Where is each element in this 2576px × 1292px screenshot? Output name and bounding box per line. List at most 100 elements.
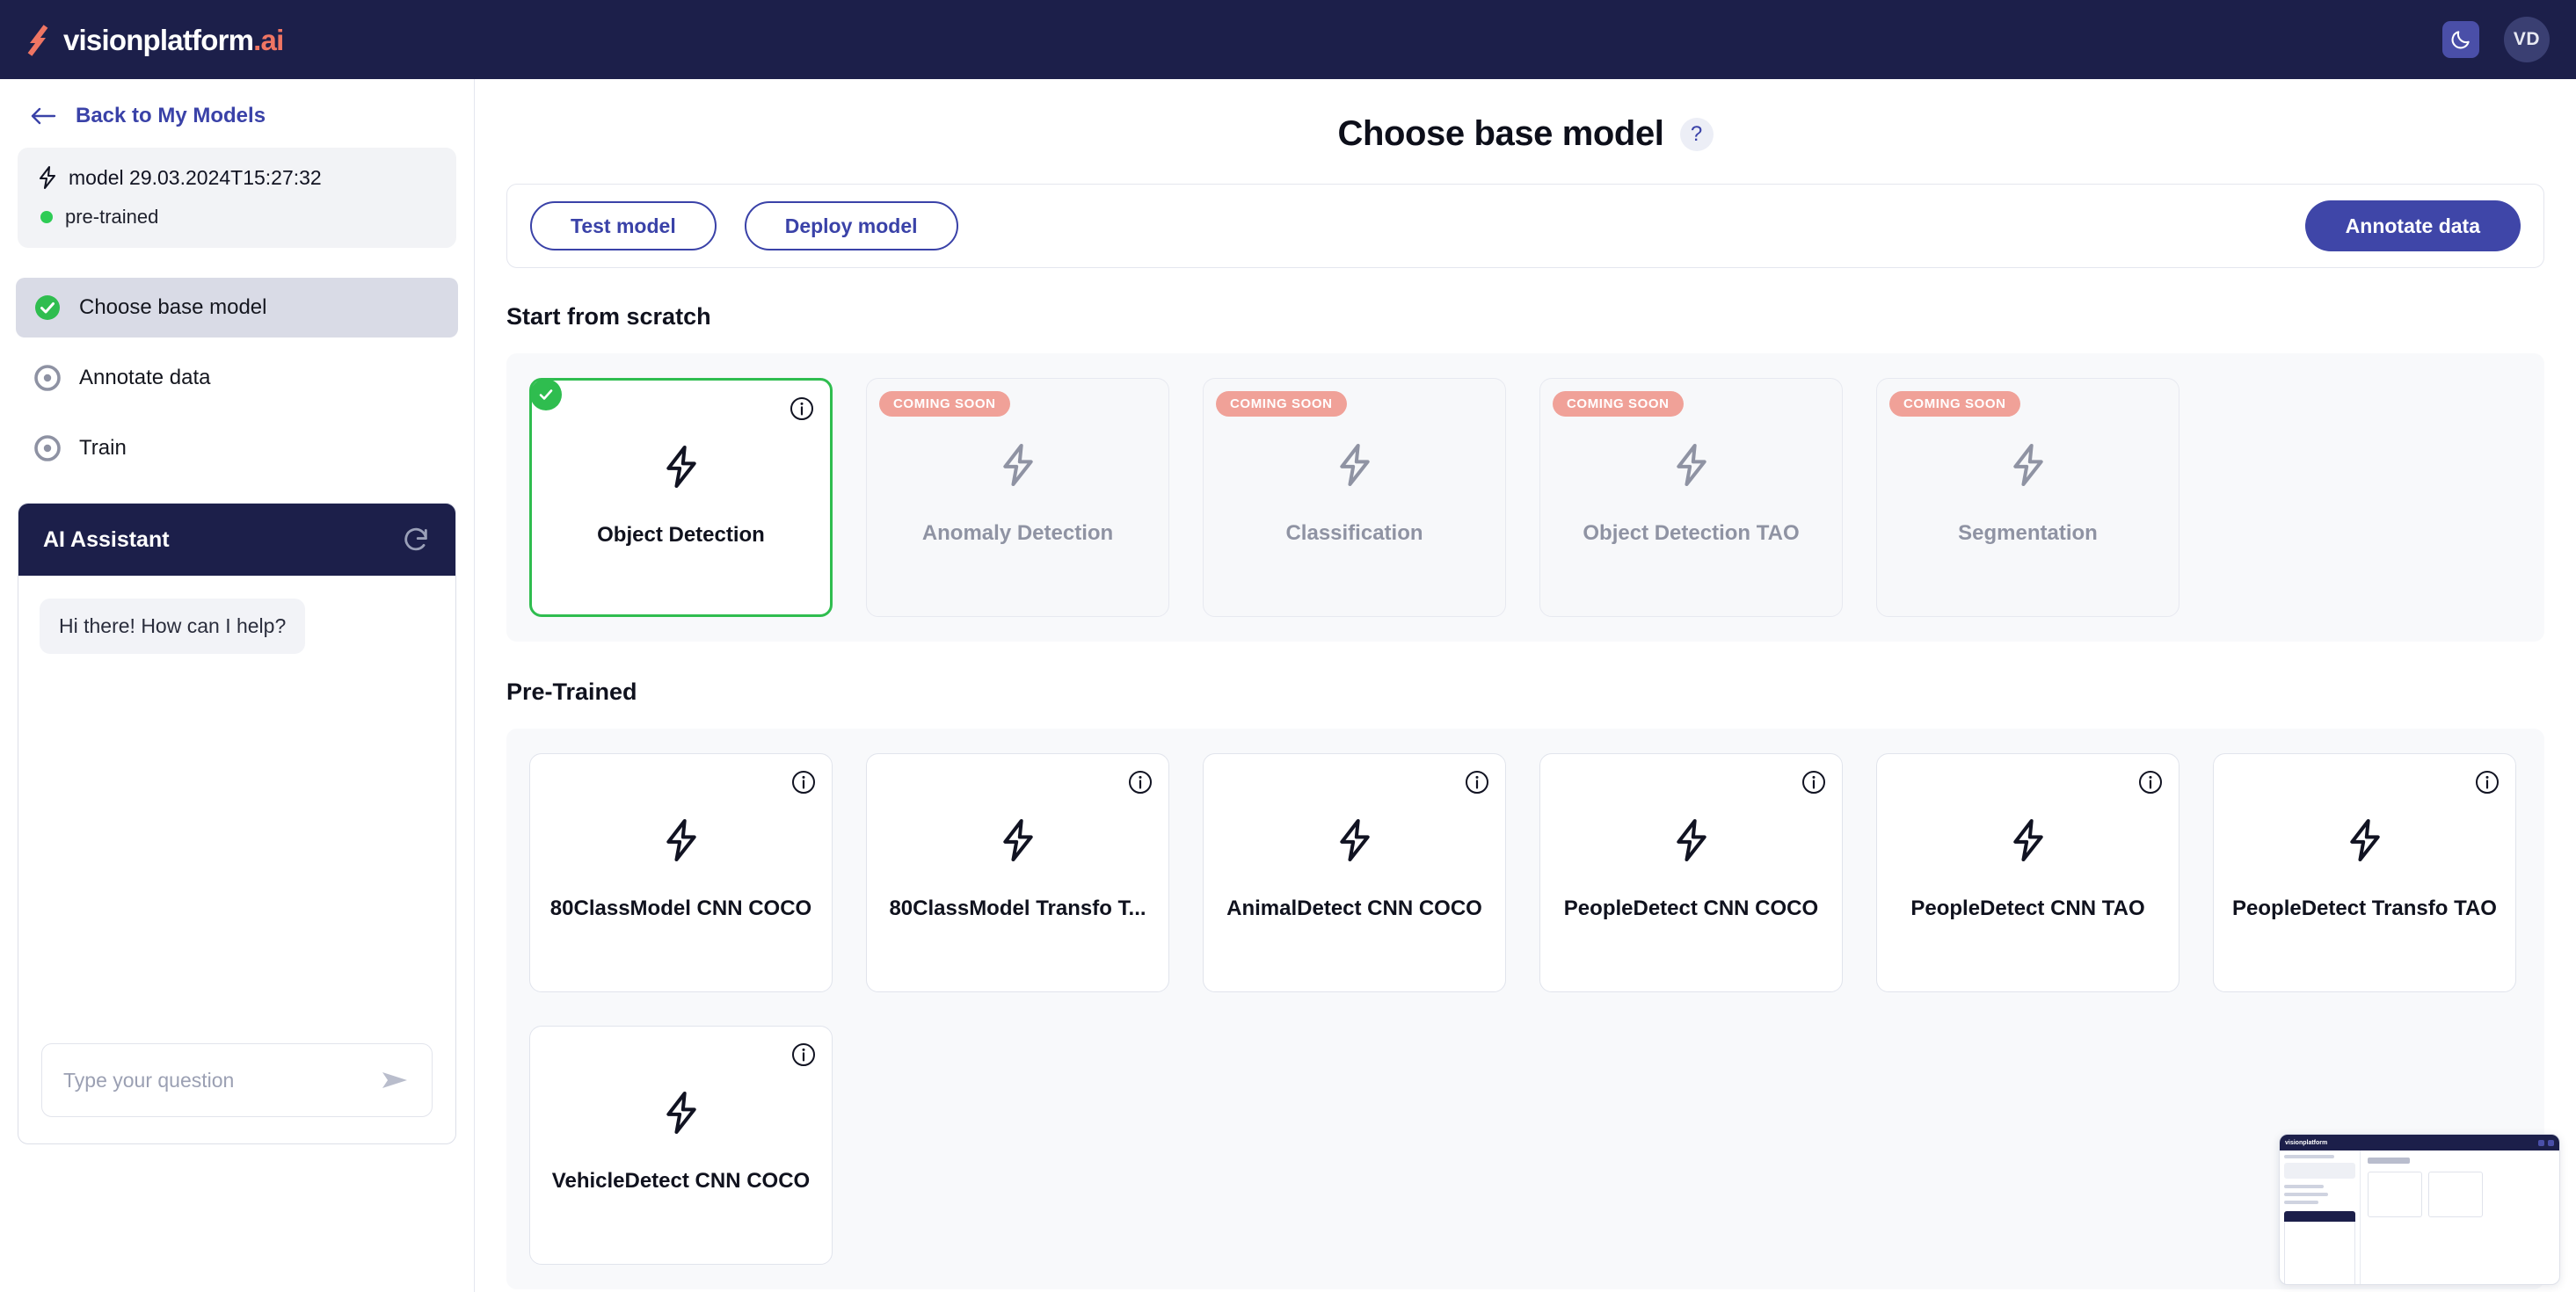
thumbnail-card [2428,1172,2483,1217]
assistant-message: Hi there! How can I help? [40,599,305,654]
info-icon[interactable] [1465,770,1489,795]
model-card: COMING SOON Anomaly Detection [866,378,1169,617]
pre-trained-card-shelf: 80ClassModel CNN COCO 80ClassModel Transf… [506,729,2544,1289]
top-bar: visionplatform.ai VD [0,0,2576,79]
thumbnail-cards [2368,1172,2552,1217]
model-card: COMING SOON Object Detection TAO [1539,378,1843,617]
lightning-bolt-icon [2009,442,2048,488]
current-model-card[interactable]: model 29.03.2024T15:27:32 pre-trained [18,148,456,248]
model-status-label: pre-trained [65,206,158,229]
workflow-steps: Choose base model Annotate data Train [16,278,458,478]
annotate-data-button[interactable]: Annotate data [2305,200,2521,251]
lightning-bolt-icon [662,817,701,863]
logo-slash-icon [23,21,60,58]
section-title-pre-trained: Pre-Trained [506,679,2544,706]
model-card[interactable]: PeopleDetect CNN TAO [1876,753,2179,992]
page-header: Choose base model ? [506,79,2544,184]
coming-soon-badge: COMING SOON [1553,391,1684,417]
status-dot-icon [40,211,53,223]
user-avatar[interactable]: VD [2504,17,2550,62]
deploy-model-button[interactable]: Deploy model [745,201,958,250]
section-title-start-from-scratch: Start from scratch [506,303,2544,330]
logo-text-suffix: .ai [253,24,283,56]
ai-assistant-header: AI Assistant [18,504,455,576]
model-card[interactable]: AnimalDetect CNN COCO [1203,753,1506,992]
app-logo[interactable]: visionplatform.ai [23,21,283,58]
model-name-row: model 29.03.2024T15:27:32 [37,165,437,190]
arrow-left-icon [30,106,56,126]
refresh-icon[interactable] [401,525,431,555]
model-card-label: VehicleDetect CNN COCO [542,1169,820,1194]
back-to-my-models-link[interactable]: Back to My Models [16,79,458,148]
sidebar-item-label: Annotate data [79,366,210,390]
info-icon[interactable] [2475,770,2500,795]
help-icon[interactable]: ? [1680,118,1714,151]
thumbnail-line [2284,1201,2318,1204]
sidebar: Back to My Models model 29.03.2024T15:27… [0,79,475,1292]
info-icon[interactable] [790,396,814,421]
model-card[interactable]: Object Detection [529,378,833,617]
lightning-bolt-icon [999,442,1037,488]
logo-text: visionplatform.ai [63,25,283,54]
model-card-label: Segmentation [1947,521,2108,546]
model-card-label: PeopleDetect CNN TAO [1900,896,2155,921]
ai-assistant-messages: Hi there! How can I help? [18,576,455,1043]
model-card[interactable]: 80ClassModel CNN COCO [529,753,833,992]
sidebar-item-train[interactable]: Train [16,418,458,478]
start-from-scratch-card-shelf: Object Detection COMING SOON Anomaly Detec… [506,353,2544,642]
info-icon[interactable] [791,1042,816,1067]
send-icon[interactable] [381,1069,411,1092]
lightning-bolt-icon [37,165,58,190]
chat-input-wrapper[interactable] [41,1043,433,1117]
model-card-label: Anomaly Detection [912,521,1124,546]
thumbnail-logo: visionplatform [2285,1140,2327,1146]
coming-soon-badge: COMING SOON [1889,391,2020,417]
thumbnail-topbar: visionplatform [2280,1135,2559,1150]
coming-soon-badge: COMING SOON [879,391,1010,417]
model-card[interactable]: VehicleDetect CNN COCO [529,1026,833,1265]
sidebar-item-annotate-data[interactable]: Annotate data [16,348,458,408]
lightning-bolt-icon [2346,817,2384,863]
model-card: COMING SOONClassification [1203,378,1506,617]
page-body: Back to My Models model 29.03.2024T15:27… [0,79,2576,1292]
lightning-bolt-icon [662,444,701,490]
model-card-label: PeopleDetect Transfo TAO [2222,896,2507,921]
circle-pending-icon [33,434,62,462]
test-model-button[interactable]: Test model [530,201,717,250]
thumbnail-line [2284,1185,2324,1188]
model-card-label: 80ClassModel Transfo T... [878,896,1156,921]
info-icon[interactable] [1801,770,1826,795]
coming-soon-badge: COMING SOON [1216,391,1347,417]
model-card[interactable]: PeopleDetect Transfo TAO [2213,753,2516,992]
ai-assistant-title: AI Assistant [43,527,170,553]
model-card-label: Object Detection [586,523,775,548]
info-icon[interactable] [2138,770,2163,795]
thumbnail-line [2284,1193,2328,1196]
info-icon[interactable] [1128,770,1153,795]
thumbnail-line [2284,1155,2334,1158]
lightning-bolt-icon [999,817,1037,863]
model-card[interactable]: PeopleDetect CNN COCO [1539,753,1843,992]
thumbnail-theme-icon [2538,1140,2544,1146]
thumbnail-assistant-header [2284,1211,2355,1222]
model-card[interactable]: 80ClassModel Transfo T... [866,753,1169,992]
lightning-bolt-icon [1672,442,1711,488]
chat-input[interactable] [63,1069,381,1092]
page-preview-thumbnail[interactable]: visionplatform [2279,1134,2560,1285]
thumbnail-box [2284,1163,2355,1179]
ai-assistant-input-area [18,1043,455,1143]
info-icon[interactable] [791,770,816,795]
moon-icon [2449,28,2472,51]
model-card-label: Object Detection TAO [1572,521,1809,546]
model-card: COMING SOON Segmentation [1876,378,2179,617]
thumbnail-card [2368,1172,2422,1217]
theme-toggle-button[interactable] [2442,21,2479,58]
logo-text-main: visionplatform [63,24,253,56]
model-name: model 29.03.2024T15:27:32 [69,166,322,190]
lightning-bolt-icon [1335,442,1374,488]
avatar-initials: VD [2514,29,2540,50]
sidebar-item-choose-base-model[interactable]: Choose base model [16,278,458,338]
lightning-bolt-icon [662,1090,701,1136]
sidebar-item-label: Train [79,436,127,461]
thumbnail-body [2280,1150,2559,1284]
